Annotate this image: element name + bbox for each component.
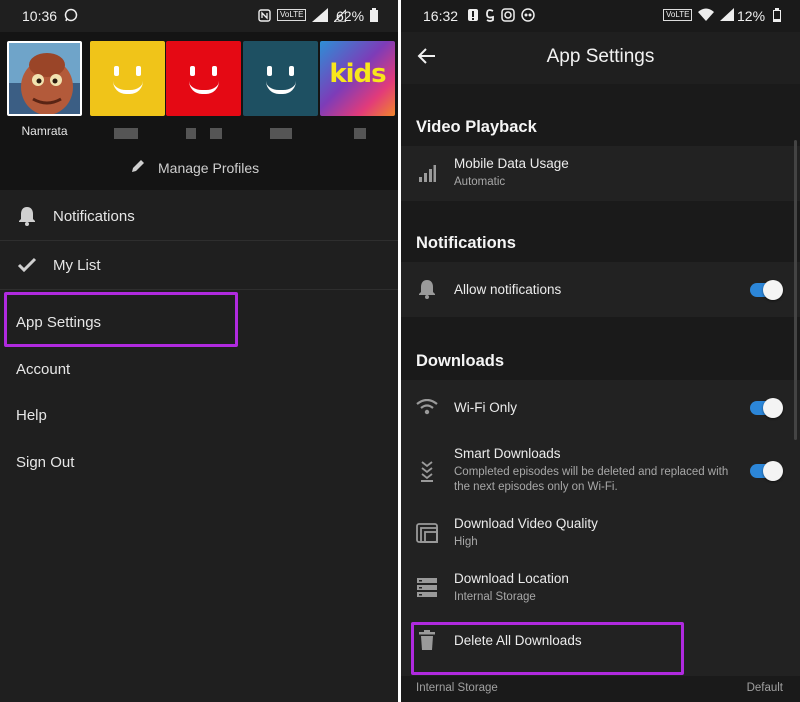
row-title: Download Video Quality [454,516,598,531]
row-title: Smart Downloads [454,446,561,461]
volte-indicator: VoLTE [277,9,307,21]
mobile-data-usage-row[interactable]: Mobile Data Usage Automatic [401,146,800,201]
character-avatar-icon [9,43,80,114]
gboard-icon [485,8,495,22]
sign-out-link[interactable]: Sign Out [16,454,74,471]
wifi-only-toggle[interactable] [750,398,783,418]
video-quality-icon [415,523,439,543]
manage-profiles-button[interactable]: Manage Profiles [130,158,259,177]
allow-notifications-toggle[interactable] [750,280,783,300]
profile-avatar-namrata[interactable] [7,41,82,116]
row-subtitle: Automatic [454,176,506,188]
bell-icon [415,279,439,299]
check-icon [16,257,38,273]
wifi-only-row[interactable]: Wi-Fi Only [401,386,800,430]
redacted-name [210,128,222,139]
allow-notifications-row[interactable]: Allow notifications [401,262,800,317]
nfc-icon [258,8,271,22]
cell-signal-icon [720,8,735,21]
app-settings-screen: 16:32 VoLTE 12% App Settings Video Playb… [401,0,800,702]
profiles-section: Namrata kids Manage Profiles [0,32,398,190]
row-title: Mobile Data Usage [454,156,569,171]
smiley-icon [112,81,143,94]
redacted-name [186,128,196,139]
section-title-notifications: Notifications [416,234,516,252]
download-video-quality-row[interactable]: Download Video Quality High [401,510,800,562]
menu-item-label: My List [53,256,101,274]
status-time: 10:36 [22,8,58,24]
alert-icon [467,8,479,22]
help-link[interactable]: Help [16,407,47,424]
cell-signal-icon [312,8,329,22]
bell-icon [16,206,38,226]
profile-avatar-teal[interactable] [243,41,318,116]
battery-level: 62% [336,8,365,24]
instagram-icon [501,8,515,22]
smart-downloads-toggle[interactable] [750,461,783,481]
highlight-box [4,292,238,347]
redacted-name [114,128,138,139]
redacted-name [354,128,366,139]
row-title: Wi-Fi Only [454,400,517,415]
kids-label: kids [329,59,386,89]
row-subtitle: Internal Storage [454,591,536,603]
redacted-name [270,128,292,139]
manage-profiles-label: Manage Profiles [158,159,260,176]
profile-avatar-kids[interactable]: kids [320,41,395,116]
wifi-icon [415,399,439,415]
scrollbar[interactable] [794,140,797,440]
storage-default-label: Default [746,682,783,694]
pencil-icon [130,158,146,177]
page-title: App Settings [546,46,655,67]
row-title: Allow notifications [454,282,562,297]
storage-label: Internal Storage [416,682,498,694]
app-bar: App Settings [401,32,800,84]
signal-icon [415,164,439,182]
storage-footer: Internal Storage Default [401,676,800,702]
battery-icon [773,8,781,22]
menu-item-label: Notifications [53,207,135,225]
status-bar: 10:36 VoLTE 62% [0,0,398,32]
status-bar: 16:32 VoLTE 12% [401,0,800,32]
highlight-box [411,622,684,675]
download-location-row[interactable]: Download Location Internal Storage [401,565,800,617]
storage-icon [415,577,439,597]
menu-item-my-list[interactable]: My List [0,241,398,289]
battery-icon [370,8,378,22]
row-title: Download Location [454,571,569,586]
status-time: 16:32 [423,8,459,24]
menu-item-notifications[interactable]: Notifications [0,192,398,240]
app-notification-icon [521,8,535,22]
netflix-more-menu: 10:36 VoLTE 62% Namrata kids Manage Prof… [0,0,398,702]
section-title-video-playback: Video Playback [416,118,537,136]
row-subtitle: High [454,536,478,548]
smiley-icon [188,81,219,94]
smart-downloads-icon [415,460,439,482]
row-subtitle: Completed episodes will be deleted and r… [454,466,729,493]
volte-indicator: VoLTE [663,8,693,21]
profile-name: Namrata [21,124,68,138]
wifi-status-icon [698,8,715,21]
divider [0,289,398,290]
whatsapp-icon [64,8,78,22]
profile-avatar-yellow[interactable] [90,41,165,116]
profile-avatar-red[interactable] [166,41,241,116]
account-link[interactable]: Account [16,361,70,378]
smiley-icon [265,81,296,94]
battery-level: 12% [737,8,766,24]
smart-downloads-row[interactable]: Smart Downloads Completed episodes will … [401,440,800,504]
section-title-downloads: Downloads [416,352,505,370]
